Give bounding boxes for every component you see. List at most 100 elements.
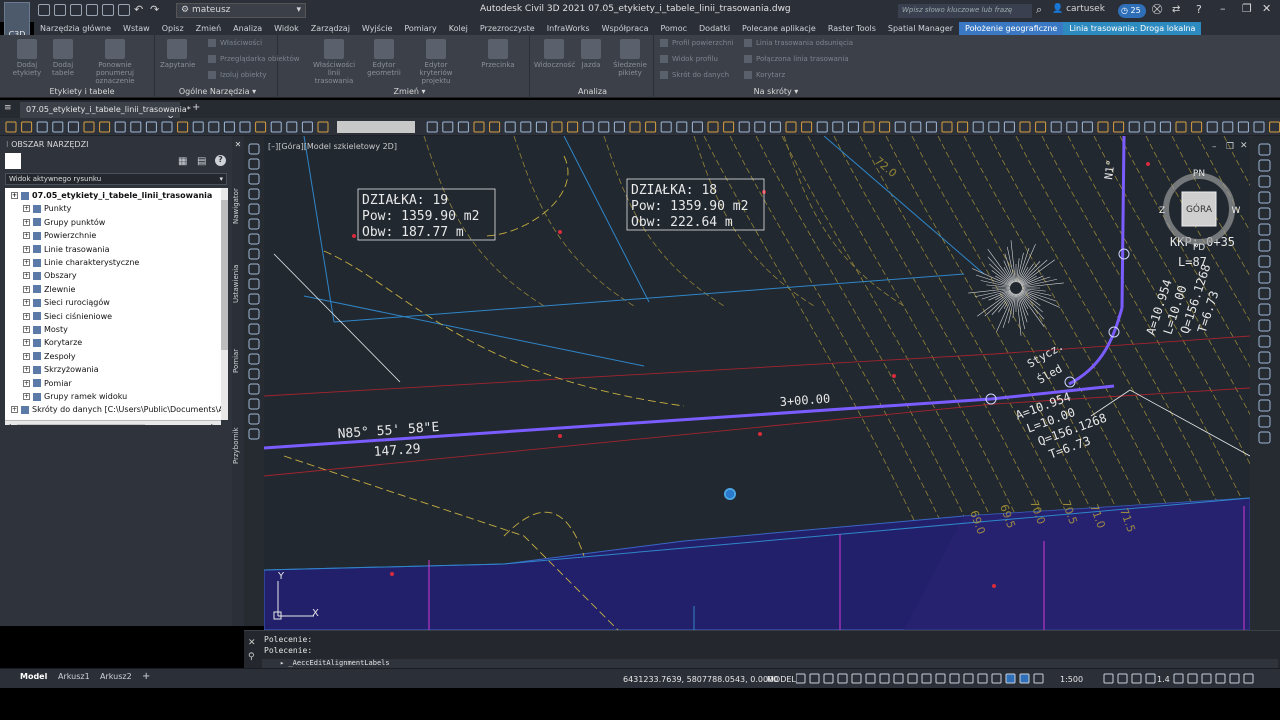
tree-item[interactable]: + Korytarze: [23, 337, 82, 348]
left-tool-icons[interactable]: [244, 136, 264, 456]
toolbar-icon[interactable]: [660, 121, 672, 133]
status-toggle-icon[interactable]: [893, 673, 904, 684]
drive-button[interactable]: Jazda: [576, 39, 606, 69]
save-as-icon[interactable]: [86, 4, 98, 16]
ribbon-tab[interactable]: Widok: [268, 22, 305, 35]
data-shortcut-button[interactable]: Skrót do danych: [660, 71, 729, 79]
alignment-labels[interactable]: N85° 55' 58"E 147.29 3+00.00 A=10.954 L=…: [337, 159, 1235, 468]
toolbar-icon[interactable]: [1003, 121, 1015, 133]
zoom-level[interactable]: 1.4: [1157, 675, 1170, 684]
expand-icon[interactable]: +: [23, 312, 30, 320]
toolbar-icon[interactable]: [489, 121, 501, 133]
draw-tool-icon[interactable]: [248, 158, 260, 170]
toolbar-icon[interactable]: [1175, 121, 1187, 133]
expand-icon[interactable]: +: [23, 352, 30, 360]
tree-item[interactable]: + Zespoły: [23, 351, 76, 362]
panel-title[interactable]: Na skróty ▾: [656, 87, 896, 96]
status-toggle-icon[interactable]: [949, 673, 960, 684]
ribbon-tab[interactable]: Wstaw: [117, 22, 156, 35]
parcel-label-18[interactable]: DZIAŁKA: 18 Pow: 1359.90 m2 Obw: 222.64 …: [626, 178, 765, 231]
toolbar-icon[interactable]: [21, 121, 33, 133]
toolbar-icon[interactable]: [988, 121, 1000, 133]
nav-tool-icon[interactable]: [1258, 271, 1271, 284]
toolbar-icon[interactable]: [442, 121, 454, 133]
draw-tool-icon[interactable]: [248, 173, 260, 185]
tree-icon[interactable]: ▦: [178, 156, 187, 167]
ribbon-tab[interactable]: Przezroczyste: [474, 22, 541, 35]
ribbon-tab[interactable]: Linia trasowania: Droga lokalna: [1063, 22, 1202, 35]
nav-tool-icon[interactable]: [1258, 159, 1271, 172]
toolbar-icon[interactable]: [941, 121, 953, 133]
toolbar-icon[interactable]: [551, 121, 563, 133]
viewcube-east[interactable]: Z: [1159, 206, 1165, 216]
viewcube-south[interactable]: PD: [1193, 243, 1205, 253]
draw-tool-icon[interactable]: [248, 218, 260, 230]
toolbar-icon[interactable]: [1097, 121, 1109, 133]
toolbar-icon[interactable]: [832, 121, 844, 133]
toolbar-icon[interactable]: [1128, 121, 1140, 133]
expand-icon[interactable]: +: [23, 285, 30, 293]
draw-tool-icon[interactable]: [248, 398, 260, 410]
toolbar-icon[interactable]: [707, 121, 719, 133]
menu-icon[interactable]: ≡: [4, 103, 12, 113]
toolbar-icon[interactable]: [910, 121, 922, 133]
profile-view-button[interactable]: Widok profilu: [660, 55, 718, 63]
status-toggle-icon[interactable]: [1187, 673, 1198, 684]
toolbar-icon[interactable]: [192, 121, 204, 133]
toolbar-icon[interactable]: [1269, 121, 1280, 133]
drawing-viewport[interactable]: DZIAŁKA: 19 Pow: 1359.90 m2 Obw: 187.77 …: [264, 136, 1250, 630]
renumber-tags-button[interactable]: Ponownie ponumeruj oznaczenie: [82, 39, 148, 85]
open-icon[interactable]: [54, 4, 66, 16]
web-icon[interactable]: [102, 4, 114, 16]
status-toggles[interactable]: [796, 671, 1256, 687]
print-icon[interactable]: [118, 4, 130, 16]
ribbon-tab[interactable]: Pomoc: [654, 22, 693, 35]
toolbar-icon[interactable]: [1113, 121, 1125, 133]
notifications-button[interactable]: ◷ 25: [1118, 4, 1146, 18]
nav-tool-icon[interactable]: [1258, 319, 1271, 332]
draw-tool-icon[interactable]: [248, 413, 260, 425]
viewcube-west[interactable]: W: [1232, 206, 1241, 216]
expand-icon[interactable]: +: [11, 192, 18, 199]
nav-tool-icon[interactable]: [1258, 367, 1271, 380]
status-toggle-icon[interactable]: [823, 673, 834, 684]
toolbar-icon[interactable]: [863, 121, 875, 133]
nav-tool-icon[interactable]: [1258, 207, 1271, 220]
ribbon-tab[interactable]: Dodatki: [693, 22, 736, 35]
toolbar-icon[interactable]: [676, 121, 688, 133]
cart-icon[interactable]: ⛒: [1152, 4, 1162, 15]
expand-icon[interactable]: +: [23, 245, 30, 253]
ribbon-tab[interactable]: Zarządzaj: [305, 22, 356, 35]
minimize-icon[interactable]: –: [1220, 2, 1226, 15]
draw-tool-icon[interactable]: [248, 368, 260, 380]
exchange-icon[interactable]: ⇄: [1172, 4, 1180, 15]
status-toggle-icon[interactable]: [809, 673, 820, 684]
ribbon-tab[interactable]: Raster Tools: [822, 22, 882, 35]
save-icon[interactable]: [70, 4, 82, 16]
new-icon[interactable]: [38, 4, 50, 16]
drawing-canvas[interactable]: DZIAŁKA: 19 Pow: 1359.90 m2 Obw: 187.77 …: [264, 136, 1250, 630]
toolbar-icon[interactable]: [36, 121, 48, 133]
layout-tab-arkusz1[interactable]: Arkusz1: [58, 672, 90, 681]
draw-tool-icon[interactable]: [248, 278, 260, 290]
draw-tool-icon[interactable]: [248, 353, 260, 365]
expand-icon[interactable]: +: [23, 272, 30, 280]
vertical-tab[interactable]: Nawigator: [232, 176, 244, 236]
nav-tool-icon[interactable]: [1258, 255, 1271, 268]
ribbon-tab[interactable]: Współpraca: [596, 22, 655, 35]
close-cmd-icon[interactable]: ✕: [248, 638, 256, 648]
vertical-tab[interactable]: Przybornik: [232, 416, 244, 476]
toolbar-icon[interactable]: [769, 121, 781, 133]
help-icon[interactable]: ?: [1196, 3, 1202, 16]
toolbar-icon[interactable]: [473, 121, 485, 133]
close-panel-icon[interactable]: ✕: [232, 140, 244, 149]
toolbar-icon[interactable]: [582, 121, 594, 133]
toolbar-icon[interactable]: [738, 121, 750, 133]
status-toggle-icon[interactable]: [1131, 673, 1142, 684]
toolbar-icon[interactable]: [270, 121, 282, 133]
offset-alignment-button[interactable]: Linia trasowania odsunięcia: [744, 39, 853, 47]
toolbar-icon[interactable]: [145, 121, 157, 133]
sight-distance-button[interactable]: Widoczność: [534, 39, 575, 69]
toolbar-icon[interactable]: [1081, 121, 1093, 133]
panel-title[interactable]: Ogólne Narzędzia ▾: [158, 87, 277, 96]
